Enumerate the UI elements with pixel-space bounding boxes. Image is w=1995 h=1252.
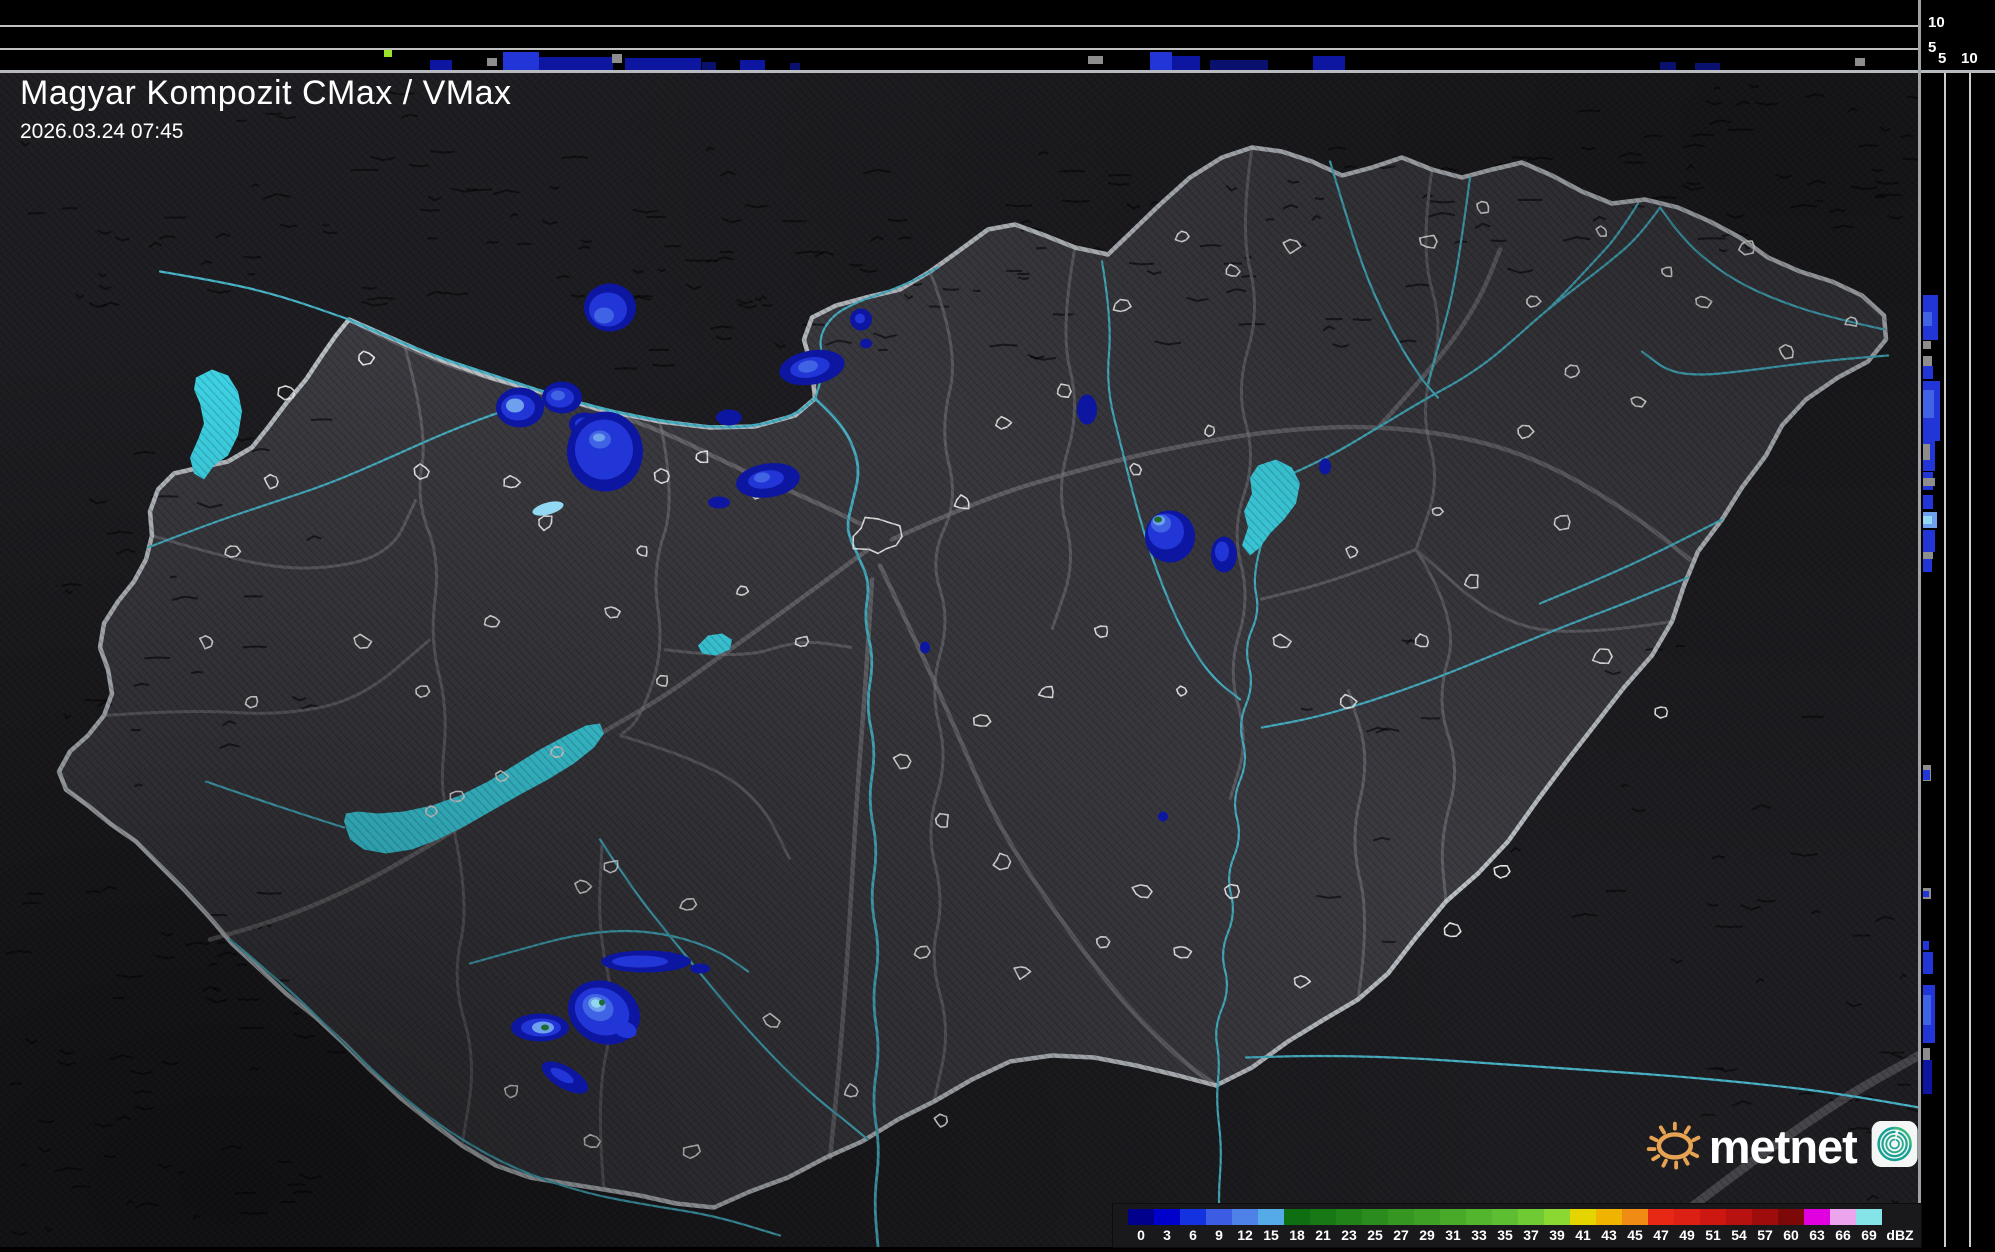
map-panel <box>0 72 1919 1247</box>
legend-value: 29 <box>1419 1227 1435 1243</box>
legend-swatch-12 <box>1232 1209 1258 1225</box>
legend-swatch-23 <box>1336 1209 1362 1225</box>
legend-swatch-54 <box>1726 1209 1752 1225</box>
legend-swatch-43 <box>1596 1209 1622 1225</box>
top-profile-chart <box>0 25 1919 70</box>
legend-value: 49 <box>1679 1227 1695 1243</box>
legend-value: 54 <box>1731 1227 1747 1243</box>
legend-value: 37 <box>1523 1227 1539 1243</box>
page-title: Magyar Kompozit CMax / VMax <box>20 74 512 112</box>
legend-value: 57 <box>1757 1227 1773 1243</box>
dbz-legend: 0 3 6 9 12 15 18 21 23 25 27 29 31 33 35 37 39 41 43 45 47 49… <box>1113 1204 1921 1247</box>
legend-swatch-41 <box>1570 1209 1596 1225</box>
legend-swatch-21 <box>1310 1209 1336 1225</box>
panel-separator-horizontal <box>0 70 1995 73</box>
metnet-app-icon <box>1871 1121 1918 1167</box>
legend-swatch-27 <box>1388 1209 1414 1225</box>
top-axis-tick-5: 5 <box>1928 39 1937 56</box>
legend-value: 63 <box>1809 1227 1825 1243</box>
title-block: Magyar Kompozit CMax / VMax 2026.03.24 0… <box>20 74 512 144</box>
legend-swatch-18 <box>1284 1209 1310 1225</box>
legend-swatch-51 <box>1700 1209 1726 1225</box>
radar-echoes <box>496 283 1331 1094</box>
legend-value: 66 <box>1835 1227 1851 1243</box>
legend-value: 18 <box>1289 1227 1305 1243</box>
legend-value: 41 <box>1575 1227 1591 1243</box>
legend-swatch-39 <box>1544 1209 1570 1225</box>
legend-value: 51 <box>1705 1227 1721 1243</box>
legend-swatch-63 <box>1804 1209 1830 1225</box>
top-axis-tick-10: 10 <box>1928 14 1945 31</box>
legend-swatch-60 <box>1778 1209 1804 1225</box>
legend-color-bar <box>1128 1209 1882 1225</box>
legend-swatch-45 <box>1622 1209 1648 1225</box>
legend-value: 39 <box>1549 1227 1565 1243</box>
legend-swatch-37 <box>1518 1209 1544 1225</box>
top-cross-section-panel <box>0 0 1919 72</box>
radar-echo-layer <box>496 283 1331 1094</box>
legend-swatch-49 <box>1674 1209 1700 1225</box>
legend-swatch-3 <box>1154 1209 1180 1225</box>
legend-swatch-35 <box>1492 1209 1518 1225</box>
right-axis-tick-10: 10 <box>1961 50 1978 67</box>
legend-value: 23 <box>1341 1227 1357 1243</box>
right-profile-bars <box>1923 295 1940 1094</box>
legend-swatch-57 <box>1752 1209 1778 1225</box>
legend-value: 21 <box>1315 1227 1331 1243</box>
legend-swatch-33 <box>1466 1209 1492 1225</box>
legend-value: 0 <box>1137 1227 1145 1243</box>
legend-value: 45 <box>1627 1227 1643 1243</box>
top-profile-bars <box>384 50 1865 70</box>
legend-swatch-47 <box>1648 1209 1674 1225</box>
legend-unit: dBZ <box>1886 1227 1914 1243</box>
legend-swatch-15 <box>1258 1209 1284 1225</box>
right-axis-tick-5: 5 <box>1938 50 1947 67</box>
metnet-logo: metnet <box>1643 1100 1918 1188</box>
legend-value: 15 <box>1263 1227 1279 1243</box>
legend-swatch-6 <box>1180 1209 1206 1225</box>
radar-viewer: { "header": { "title": "Magyar Kompozit … <box>0 0 1995 1247</box>
legend-value: 60 <box>1783 1227 1799 1243</box>
legend-swatch-0 <box>1128 1209 1154 1225</box>
panel-separator-vertical <box>1918 0 1921 1247</box>
legend-swatch-66 <box>1830 1209 1856 1225</box>
right-profile-chart <box>1923 73 1971 1247</box>
legend-value: 9 <box>1215 1227 1223 1243</box>
right-cross-section-panel <box>1921 0 1995 1247</box>
legend-swatch-31 <box>1440 1209 1466 1225</box>
legend-labels: 0 3 6 9 12 15 18 21 23 25 27 29 31 33 35 37 39 41 43 45 47 49… <box>1128 1227 1918 1243</box>
sun-icon <box>1646 1121 1701 1170</box>
legend-value: 69 <box>1861 1227 1877 1243</box>
legend-value: 47 <box>1653 1227 1669 1243</box>
legend-value: 33 <box>1471 1227 1487 1243</box>
legend-value: 27 <box>1393 1227 1409 1243</box>
legend-value: 6 <box>1189 1227 1197 1243</box>
logo-wordmark: metnet <box>1708 1119 1858 1173</box>
legend-value: 25 <box>1367 1227 1383 1243</box>
legend-swatch-69 <box>1856 1209 1882 1225</box>
legend-value: 43 <box>1601 1227 1617 1243</box>
legend-value: 12 <box>1237 1227 1253 1243</box>
legend-swatch-9 <box>1206 1209 1232 1225</box>
legend-value: 31 <box>1445 1227 1461 1243</box>
legend-value: 35 <box>1497 1227 1513 1243</box>
legend-value: 3 <box>1163 1227 1171 1243</box>
timestamp: 2026.03.24 07:45 <box>20 120 184 143</box>
legend-swatch-29 <box>1414 1209 1440 1225</box>
legend-swatch-25 <box>1362 1209 1388 1225</box>
